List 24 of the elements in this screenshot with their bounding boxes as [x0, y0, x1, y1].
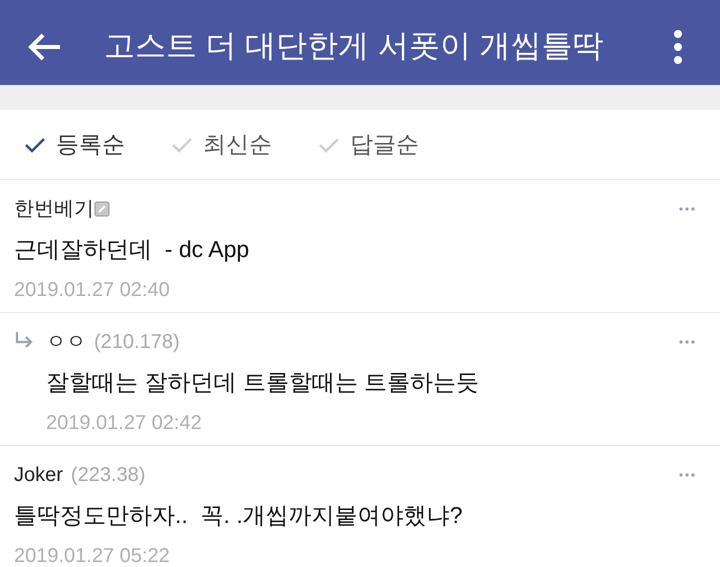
comment-text: 잘할때는 잘하던데 트롤할때는 트롤하는듯 — [46, 368, 480, 397]
sort-option[interactable]: 답글순 — [318, 127, 419, 162]
header-title: 고스트 더 대단한게 서폿이 개씹틀딱 — [104, 27, 604, 66]
more-icon[interactable] — [678, 206, 696, 212]
comment-time: 2019.01.27 02:42 — [46, 410, 203, 436]
sort-option[interactable]: 등록순 — [24, 127, 125, 162]
comment-text: 틀딱정도만하자.. 꼭. .개씹까지붙여야했냐? — [14, 501, 464, 530]
ip-address: (210.178) — [94, 330, 180, 355]
comment-time: 2019.01.27 05:22 — [14, 544, 171, 567]
comment-text: 근데잘하던데 - dc App — [14, 235, 250, 264]
sort-option[interactable]: 최신순 — [171, 127, 272, 162]
menu-icon[interactable] — [674, 30, 682, 64]
ip-address: (223.38) — [70, 463, 146, 488]
back-arrow-icon[interactable] — [28, 32, 62, 62]
author-name: Joker — [14, 463, 63, 488]
reply-arrow-icon — [14, 331, 34, 349]
author-name: 한번베기 — [14, 197, 94, 222]
check-icon — [24, 136, 46, 154]
more-icon[interactable] — [678, 472, 696, 478]
author-name: ㅇㅇ — [46, 330, 86, 355]
comment-time: 2019.01.27 02:40 — [14, 278, 171, 302]
check-icon — [318, 136, 340, 154]
more-icon[interactable] — [678, 339, 696, 345]
check-icon — [171, 136, 193, 154]
